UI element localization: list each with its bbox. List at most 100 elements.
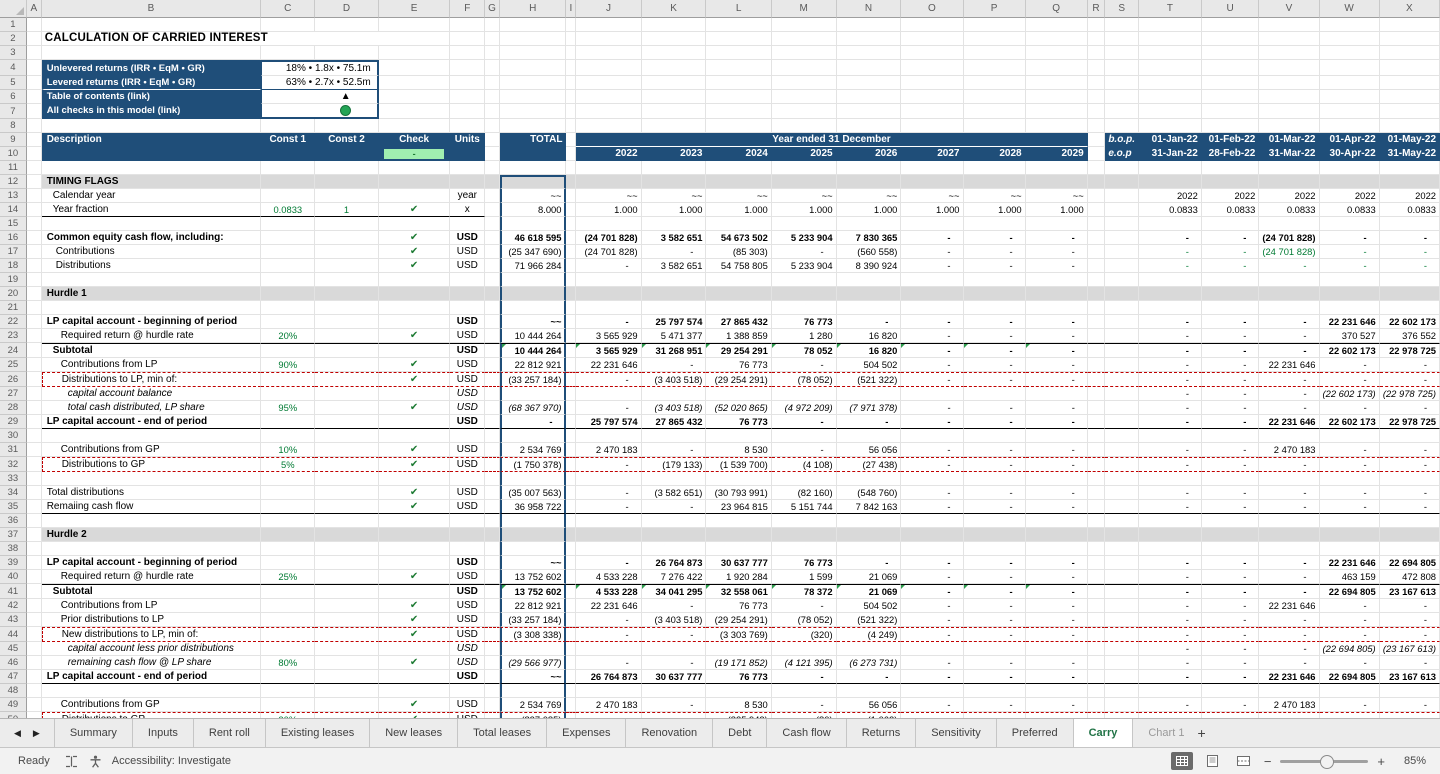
cell-J17[interactable]: (24 701 828) [576, 245, 641, 259]
cell-A6[interactable] [27, 90, 42, 104]
cell-W7[interactable] [1320, 104, 1380, 119]
cell-X5[interactable] [1380, 76, 1440, 90]
cell-E4[interactable] [379, 60, 451, 76]
cell-J41[interactable]: 4 533 228 [576, 584, 641, 599]
cell-G14[interactable] [485, 203, 500, 217]
check-mark-17[interactable]: ✔ [379, 245, 451, 259]
cell-P44[interactable]: - [964, 627, 1026, 642]
cell-T39[interactable]: - [1139, 556, 1202, 570]
units-25[interactable]: USD [450, 358, 485, 372]
cell-J4[interactable] [576, 60, 641, 76]
cell-V47[interactable]: 22 231 646 [1259, 670, 1319, 684]
cell-K16[interactable]: 3 582 651 [642, 231, 707, 245]
units-35[interactable]: USD [450, 500, 485, 514]
cell-C10[interactable] [261, 147, 315, 161]
header-year-2025[interactable]: 2025 [772, 147, 837, 161]
cell-U29[interactable]: - [1202, 415, 1260, 429]
const1-37[interactable] [261, 528, 315, 542]
cell-A10[interactable] [27, 147, 42, 161]
cell-H10[interactable] [500, 147, 567, 161]
header-year-2026[interactable]: 2026 [837, 147, 902, 161]
cell-W31[interactable]: - [1320, 443, 1380, 457]
cell-C33[interactable] [261, 472, 315, 486]
row-header-20[interactable]: 20 [0, 287, 27, 301]
cell-N42[interactable]: 504 502 [837, 599, 902, 613]
total-20[interactable] [500, 287, 567, 301]
cell-I30[interactable] [566, 429, 576, 443]
cell-L37[interactable] [706, 528, 771, 542]
cell-M16[interactable]: 5 233 904 [772, 231, 837, 245]
cell-B1[interactable] [42, 18, 262, 32]
cell-U46[interactable]: - [1202, 656, 1260, 670]
column-header-H[interactable]: H [500, 0, 567, 18]
cell-I16[interactable] [566, 231, 576, 245]
cell-R1[interactable] [1088, 18, 1106, 32]
row-label-26[interactable]: Distributions to LP, min of: [42, 372, 262, 387]
row-header-35[interactable]: 35 [0, 500, 27, 514]
cell-P13[interactable]: ~~ [964, 189, 1026, 203]
cell-R19[interactable] [1088, 273, 1106, 287]
cell-J14[interactable]: 1.000 [576, 203, 641, 217]
check-mark-14[interactable]: ✔ [379, 203, 451, 217]
check-mark-39[interactable] [379, 556, 451, 570]
cell-T13[interactable]: 2022 [1139, 189, 1202, 203]
cell-X42[interactable]: - [1380, 599, 1440, 613]
cell-A27[interactable] [27, 387, 42, 401]
row-header-48[interactable]: 48 [0, 684, 27, 698]
cell-W6[interactable] [1320, 90, 1380, 104]
cell-T20[interactable] [1139, 287, 1202, 301]
cell-W30[interactable] [1320, 429, 1380, 443]
cell-P11[interactable] [964, 161, 1026, 175]
sheet-tab-cash-flow[interactable]: Cash flow [767, 719, 846, 747]
cell-G29[interactable] [485, 415, 500, 429]
cell-Q32[interactable]: - [1026, 457, 1088, 472]
cell-K2[interactable] [642, 32, 707, 46]
sheet-tab-rent-roll[interactable]: Rent roll [194, 719, 266, 747]
row-header-34[interactable]: 34 [0, 486, 27, 500]
cell-N44[interactable]: (4 249) [837, 627, 902, 642]
column-header-F[interactable]: F [450, 0, 485, 18]
units-45[interactable]: USD [450, 642, 485, 656]
cell-J40[interactable]: 4 533 228 [576, 570, 641, 584]
cell-U30[interactable] [1202, 429, 1260, 443]
cell-P43[interactable]: - [964, 613, 1026, 627]
cell-D21[interactable] [315, 301, 378, 315]
cell-T37[interactable] [1139, 528, 1202, 542]
cell-L31[interactable]: 8 530 [706, 443, 771, 457]
cell-V13[interactable]: 2022 [1259, 189, 1319, 203]
cell-O41[interactable]: - [901, 584, 963, 599]
row-label-12[interactable]: TIMING FLAGS [42, 175, 262, 189]
cell-G45[interactable] [485, 642, 500, 656]
column-header-L[interactable]: L [706, 0, 771, 18]
units-50[interactable]: USD [450, 712, 485, 718]
cell-I43[interactable] [566, 613, 576, 627]
cell-O40[interactable]: - [901, 570, 963, 584]
cell-E1[interactable] [379, 18, 451, 32]
cell-A9[interactable] [27, 133, 42, 147]
cell-K42[interactable]: - [642, 599, 707, 613]
cell-V46[interactable]: - [1259, 656, 1319, 670]
cell-G9[interactable] [485, 133, 500, 147]
row-label-47[interactable]: LP capital account - end of period [42, 670, 262, 684]
cell-O37[interactable] [901, 528, 963, 542]
cell-Q15[interactable] [1026, 217, 1088, 231]
cell-P34[interactable]: - [964, 486, 1026, 500]
cell-K44[interactable]: - [642, 627, 707, 642]
const2-35[interactable] [315, 500, 378, 514]
cell-M21[interactable] [772, 301, 837, 315]
row-header-24[interactable]: 24 [0, 343, 27, 358]
row-label-13[interactable]: Calendar year [42, 189, 262, 203]
cell-F33[interactable] [450, 472, 485, 486]
summary-value-6[interactable]: ▲ [261, 90, 378, 104]
check-mark-22[interactable] [379, 315, 451, 329]
cell-O11[interactable] [901, 161, 963, 175]
cell-T3[interactable] [1139, 46, 1202, 60]
const2-42[interactable] [315, 599, 378, 613]
row-label-37[interactable]: Hurdle 2 [42, 528, 262, 542]
cell-K22[interactable]: 25 797 574 [642, 315, 707, 329]
cell-K41[interactable]: 34 041 295 [642, 584, 707, 599]
cell-G31[interactable] [485, 443, 500, 457]
units-13[interactable]: year [450, 189, 485, 203]
const1-17[interactable] [261, 245, 315, 259]
row-header-7[interactable]: 7 [0, 104, 27, 119]
